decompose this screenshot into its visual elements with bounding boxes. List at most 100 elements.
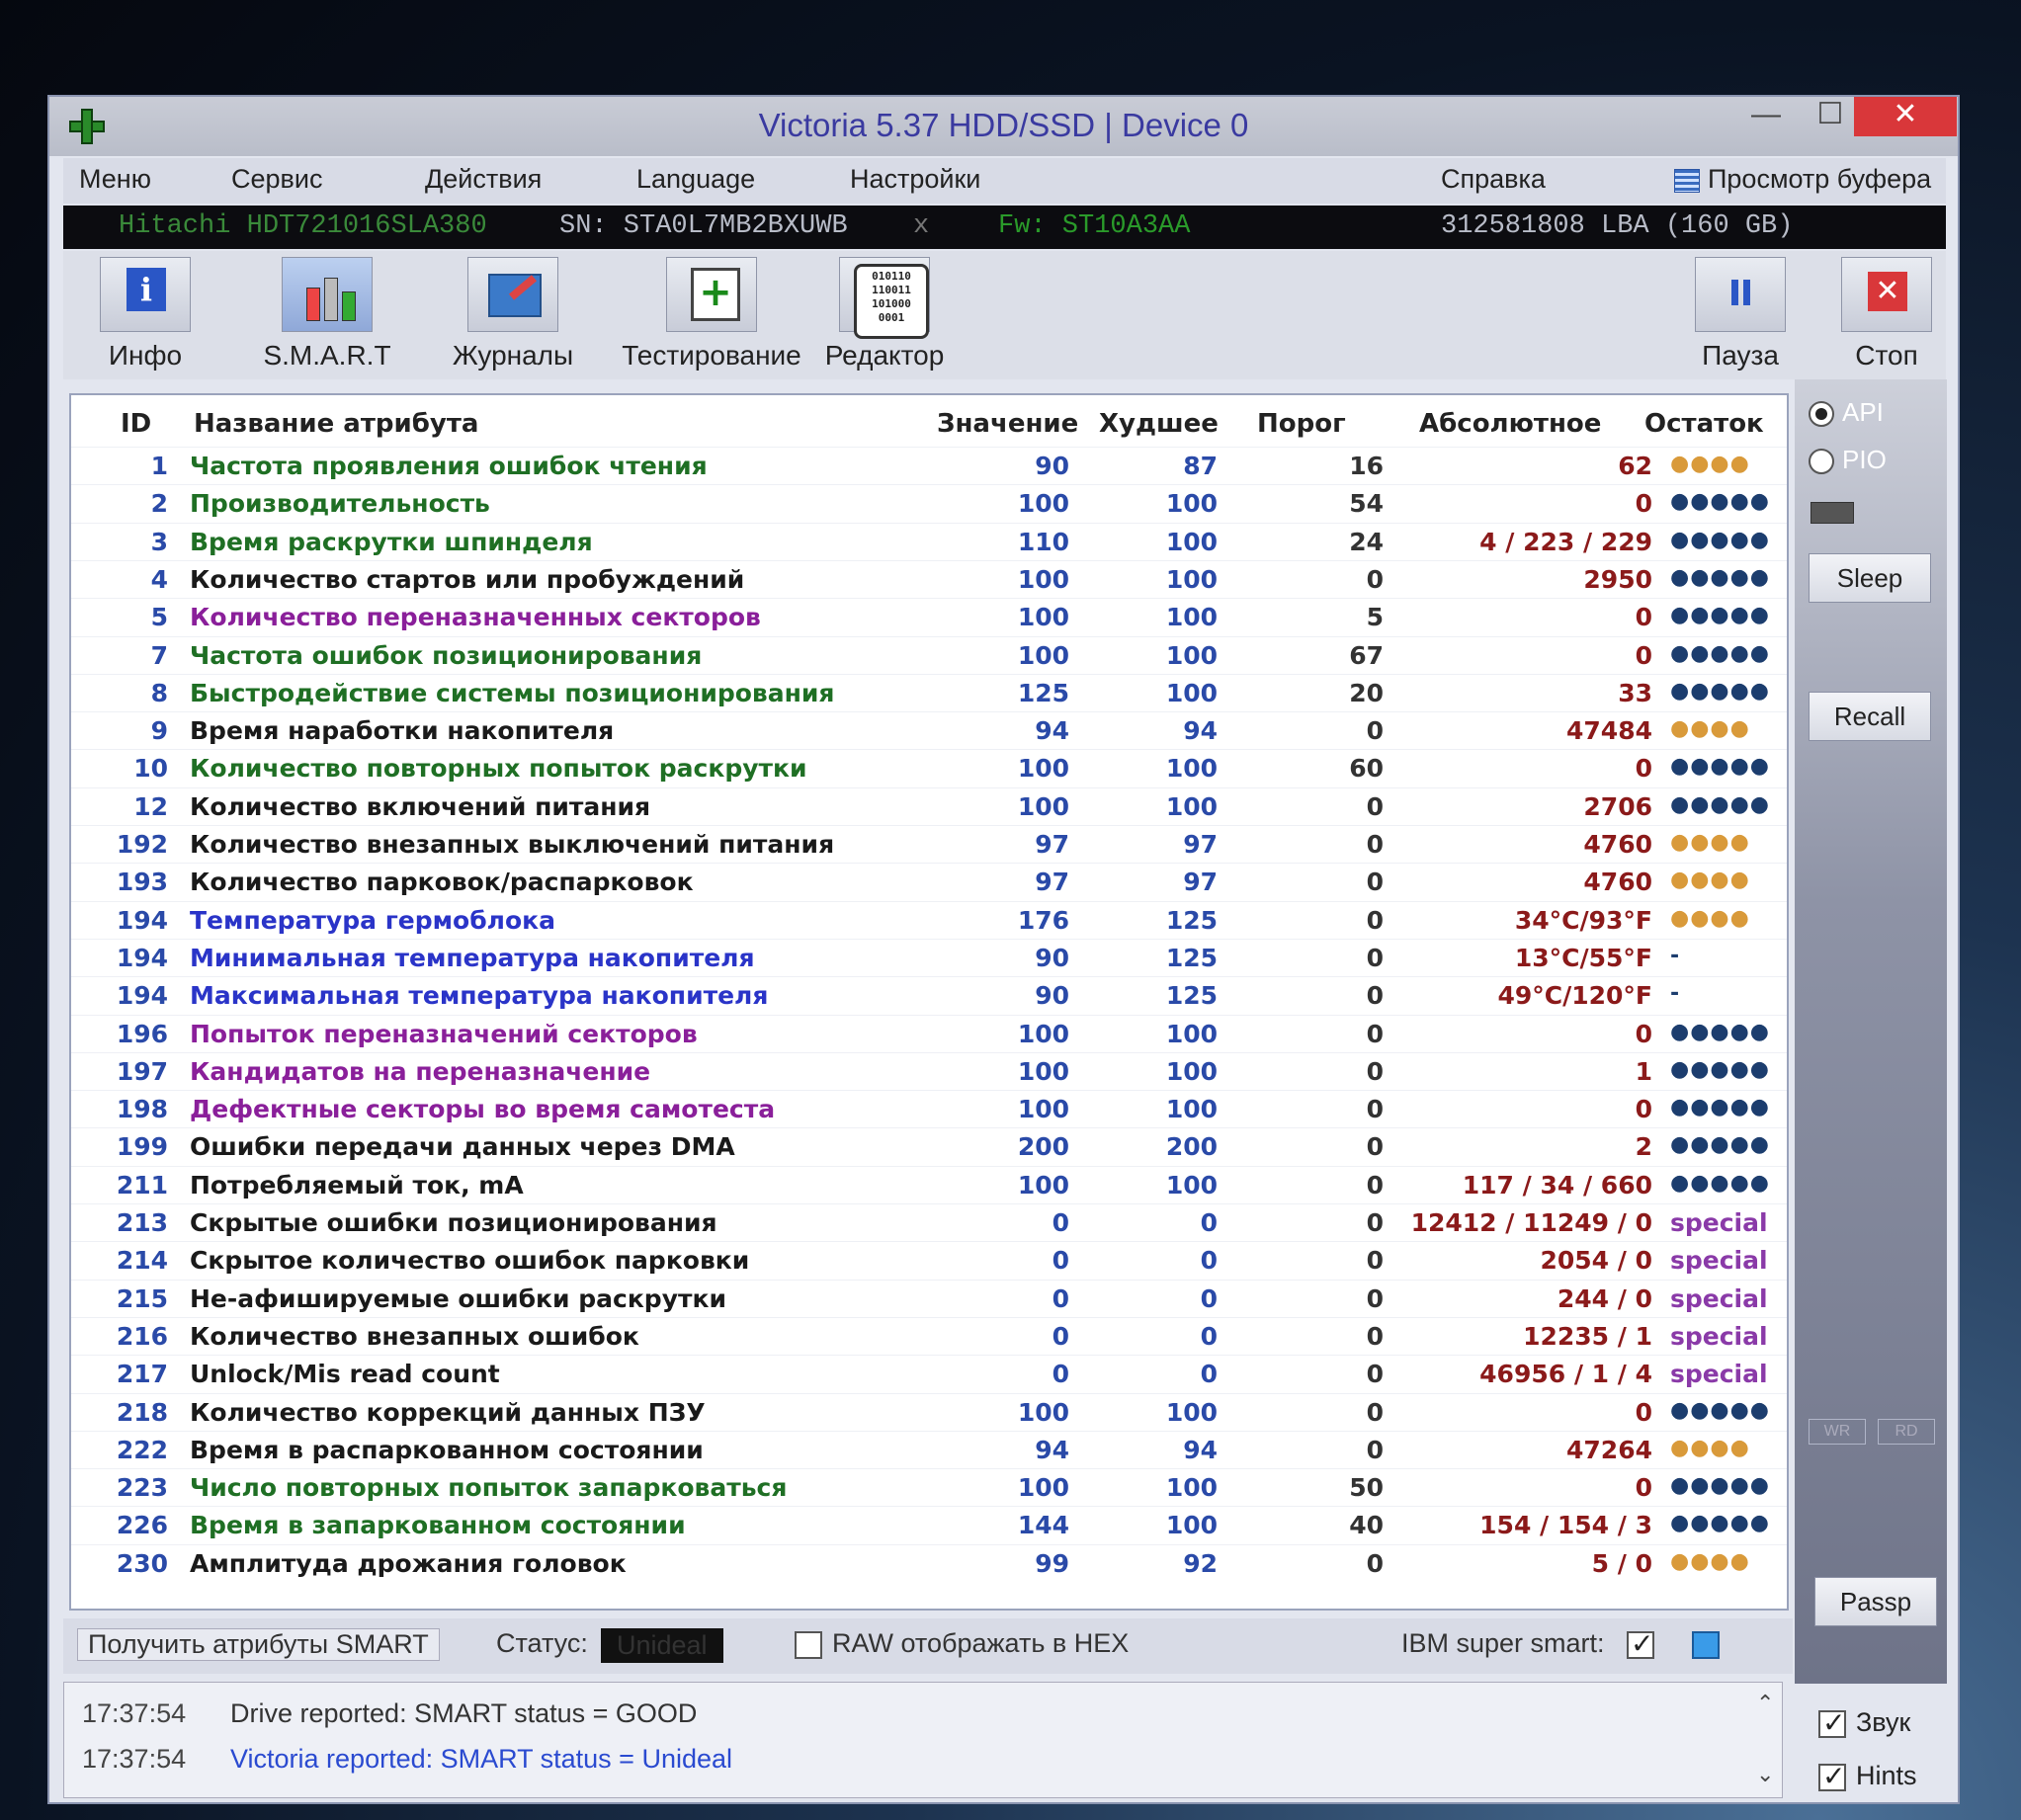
attr-id: 12 <box>133 791 168 821</box>
table-row[interactable]: 196 Попыток переназначений секторов 100 100… <box>71 1014 1787 1052</box>
attr-raw: 0 <box>1635 1019 1652 1048</box>
pause-button[interactable]: Пауза <box>1686 257 1795 372</box>
table-row[interactable]: 1 Частота проявления ошибок чтения 90 87 16 6… <box>71 447 1787 484</box>
maximize-button[interactable]: ☐ <box>1801 97 1860 136</box>
table-row[interactable]: 5 Количество переназначенных секторов 100 1… <box>71 598 1787 635</box>
attr-raw: 4760 <box>1583 830 1652 859</box>
table-row[interactable]: 192 Количество внезапных выключений питан… <box>71 825 1787 863</box>
hints-checkbox[interactable]: Hints <box>1818 1760 1917 1792</box>
minimize-button[interactable]: — <box>1741 97 1791 136</box>
menu-service[interactable]: Сервис <box>231 164 322 195</box>
checkbox-empty-icon <box>795 1630 822 1659</box>
table-row[interactable]: 10 Количество повторных попыток раскрутки… <box>71 749 1787 786</box>
scroll-up-icon[interactable]: ⌃ <box>1756 1691 1774 1716</box>
smart-tool-button[interactable]: S.M.A.R.T <box>253 257 401 372</box>
info-tool-button[interactable]: Инфо <box>71 257 219 372</box>
table-row[interactable]: 2 Производительность 100 100 54 0 ●●●●● <box>71 484 1787 522</box>
table-row[interactable]: 223 Число повторных попыток запарковаться… <box>71 1468 1787 1506</box>
sleep-button[interactable]: Sleep <box>1809 553 1931 603</box>
table-row[interactable]: 194 Минимальная температура накопителя 90 1… <box>71 938 1787 976</box>
sound-checkbox[interactable]: Звук <box>1818 1706 1910 1739</box>
table-row[interactable]: 214 Скрытое количество ошибок парковки 0 0 0… <box>71 1241 1787 1279</box>
table-row[interactable]: 8 Быстродействие системы позиционирования… <box>71 673 1787 711</box>
attr-name: Количество повторных попыток раскрутки <box>190 754 807 784</box>
raw-hex-checkbox[interactable]: RAW отображать в HEX <box>795 1628 1129 1659</box>
stop-button[interactable]: Стоп <box>1832 257 1941 372</box>
table-row[interactable]: 230 Амплитуда дрожания головок 99 92 0 5 / 0 ●… <box>71 1543 1787 1582</box>
attr-remain: special <box>1670 1360 1768 1389</box>
editor-tool-button[interactable]: Редактор <box>810 257 959 372</box>
attr-id: 10 <box>133 754 168 784</box>
api-radio[interactable]: API <box>1809 397 1884 428</box>
attr-remain: special <box>1670 1208 1768 1237</box>
table-row[interactable]: 215 Не-афишируемые ошибки раскрутки 0 0 0 244… <box>71 1279 1787 1317</box>
attr-worst: 100 <box>1165 603 1218 632</box>
attr-id: 2 <box>150 489 168 519</box>
table-row[interactable]: 216 Количество внезапных ошибок 0 0 0 12235 /… <box>71 1316 1787 1355</box>
buffer-icon <box>1674 168 1700 193</box>
table-row[interactable]: 213 Скрытые ошибки позиционирования 0 0 0 124… <box>71 1203 1787 1241</box>
menu-main[interactable]: Меню <box>79 164 151 195</box>
table-row[interactable]: 197 Кандидатов на переназначение 100 100 0 1 ●… <box>71 1051 1787 1090</box>
scroll-down-icon[interactable]: ⌄ <box>1756 1762 1774 1787</box>
recall-button[interactable]: Recall <box>1809 692 1931 741</box>
menu-actions[interactable]: Действия <box>425 164 542 195</box>
menu-bar: Меню Сервис Действия Language Настройки … <box>63 158 1946 204</box>
table-row[interactable]: 198 Дефектные секторы во время самотеста 1… <box>71 1090 1787 1127</box>
attr-remain: special <box>1670 1246 1768 1276</box>
buffer-view-button[interactable]: Просмотр буфера <box>1674 164 1931 195</box>
ibm-super-smart-checkbox[interactable] <box>1627 1627 1664 1660</box>
color-indicator[interactable] <box>1692 1628 1720 1659</box>
log-line: 17:37:54 Drive reported: SMART status = G… <box>82 1698 697 1729</box>
attr-id: 199 <box>116 1132 168 1162</box>
menu-help[interactable]: Справка <box>1441 164 1546 195</box>
table-row[interactable]: 222 Время в распаркованном состоянии 94 94 0… <box>71 1430 1787 1468</box>
attr-value: 100 <box>1017 489 1069 519</box>
table-row[interactable]: 9 Время наработки накопителя 94 94 0 47484 ●●●… <box>71 711 1787 749</box>
table-row[interactable]: 217 Unlock/Mis read count 0 0 0 46956 / 1 / 4… <box>71 1355 1787 1392</box>
attr-remain: ●●●●● <box>1670 678 1770 703</box>
attr-id: 194 <box>116 943 168 972</box>
close-window-button[interactable]: ✕ <box>1854 97 1957 136</box>
attr-threshold: 60 <box>1349 754 1384 784</box>
pio-radio[interactable]: PIO <box>1809 445 1887 475</box>
logs-tool-button[interactable]: Журналы <box>439 257 587 372</box>
stop-icon <box>1841 257 1932 332</box>
checkbox-checked-icon <box>1818 1760 1846 1792</box>
attr-raw: 117 / 34 / 660 <box>1462 1170 1652 1200</box>
checkbox-checked-icon <box>1627 1627 1654 1660</box>
rd-indicator: RD <box>1878 1419 1935 1445</box>
attr-remain: ●●●● <box>1670 905 1750 931</box>
menu-language[interactable]: Language <box>636 164 755 195</box>
attr-raw: 0 <box>1635 1095 1652 1124</box>
table-row[interactable]: 218 Количество коррекций данных ПЗУ 100 100… <box>71 1392 1787 1431</box>
attr-value: 0 <box>1052 1208 1069 1237</box>
testing-tool-button[interactable]: Тестирование <box>613 257 810 372</box>
attr-name: Время раскрутки шпинделя <box>190 527 593 556</box>
table-row[interactable]: 4 Количество стартов или пробуждений 100 10… <box>71 559 1787 598</box>
attr-worst: 97 <box>1183 830 1218 859</box>
table-row[interactable]: 7 Частота ошибок позиционирования 100 100 67… <box>71 635 1787 674</box>
table-row[interactable]: 211 Потребляемый ток, mA 100 100 0 117 / 34 /… <box>71 1165 1787 1203</box>
table-row[interactable]: 3 Время раскрутки шпинделя 110 100 24 4 / 223… <box>71 522 1787 560</box>
table-row[interactable]: 12 Количество включений питания 100 100 0 270… <box>71 786 1787 825</box>
attr-threshold: 67 <box>1349 640 1384 670</box>
table-row[interactable]: 193 Количество парковок/распарковок 97 97 0 4… <box>71 863 1787 900</box>
attr-id: 194 <box>116 981 168 1011</box>
attr-remain: ●●●●● <box>1670 1170 1770 1196</box>
table-row[interactable]: 194 Температура гермоблока 176 125 0 34°C/93°… <box>71 900 1787 939</box>
attr-name: Количество коррекций данных ПЗУ <box>190 1397 706 1427</box>
attr-name: Не-афишируемые ошибки раскрутки <box>190 1283 726 1313</box>
attr-name: Попыток переназначений секторов <box>190 1019 698 1048</box>
table-row[interactable]: 226 Время в запаркованном состоянии 144 100… <box>71 1506 1787 1543</box>
get-smart-button[interactable]: Получить атрибуты SMART <box>77 1628 440 1661</box>
attr-id: 194 <box>116 905 168 935</box>
editor-tool-label: Редактор <box>824 340 945 371</box>
passp-button[interactable]: Passp <box>1814 1577 1937 1626</box>
attr-threshold: 0 <box>1366 1360 1384 1389</box>
table-row[interactable]: 199 Ошибки передачи данных через DMA 200 20… <box>71 1127 1787 1165</box>
attr-name: Частота проявления ошибок чтения <box>190 452 708 480</box>
menu-settings[interactable]: Настройки <box>850 164 980 195</box>
table-row[interactable]: 194 Максимальная температура накопителя 90… <box>71 976 1787 1014</box>
attr-threshold: 0 <box>1366 791 1384 821</box>
